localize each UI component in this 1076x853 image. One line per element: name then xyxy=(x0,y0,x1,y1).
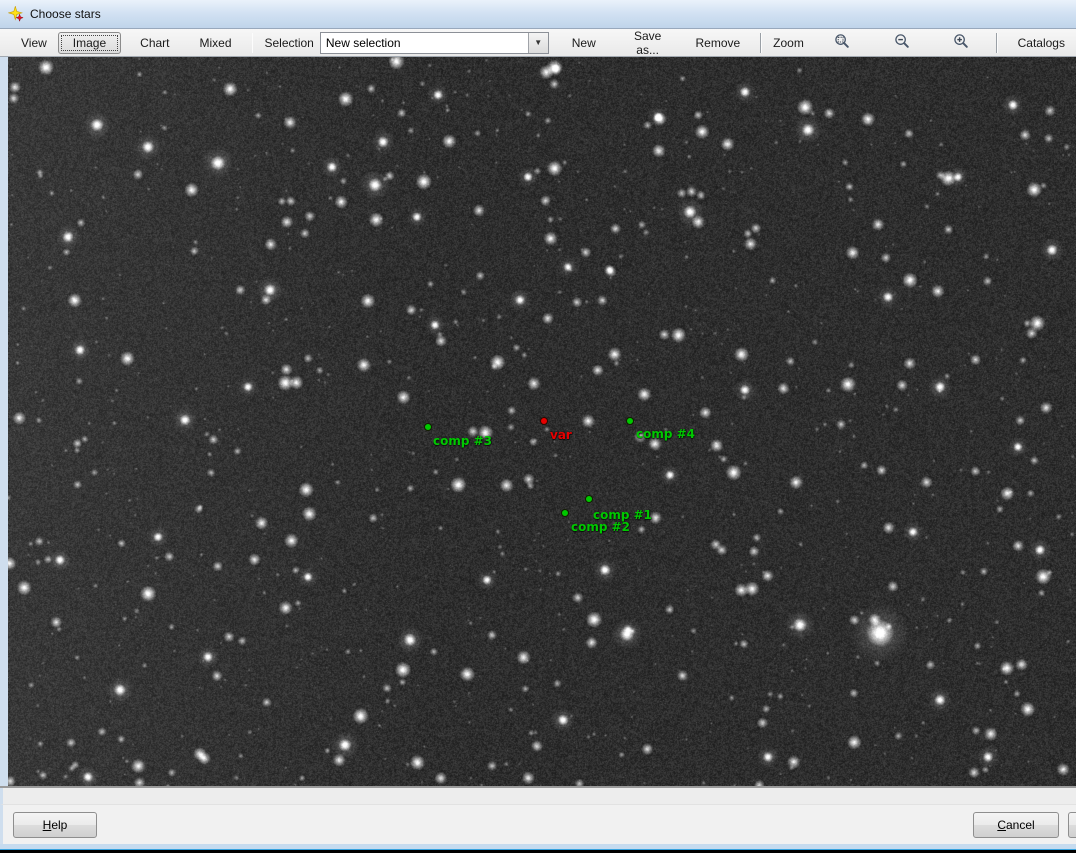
catalogs-button[interactable]: Catalogs xyxy=(1007,32,1076,54)
new-button[interactable]: New xyxy=(561,32,607,54)
cutoff-button[interactable] xyxy=(1068,812,1076,838)
marker-dot-var xyxy=(540,417,548,425)
marker-dot-comp-1 xyxy=(585,495,593,503)
star-field-image[interactable]: varcomp #1comp #2comp #3comp #4 xyxy=(8,57,1076,786)
remove-button[interactable]: Remove xyxy=(685,32,752,54)
status-strip xyxy=(0,788,1076,805)
save-as-button[interactable]: Save as... xyxy=(611,25,685,61)
toolbar-separator xyxy=(996,33,998,53)
zoom-in-button[interactable] xyxy=(948,32,973,54)
toolbar-separator xyxy=(760,33,762,53)
toolbar-separator xyxy=(252,33,254,53)
combobox-dropdown-arrow-icon[interactable]: ▼ xyxy=(528,33,548,53)
zoom-in-icon xyxy=(953,33,969,52)
tab-view[interactable]: View xyxy=(10,32,58,54)
choose-stars-window: Choose stars View Image Chart Mixed Sele… xyxy=(0,0,1076,853)
zoom-fit-icon xyxy=(834,33,850,52)
tab-chart[interactable]: Chart xyxy=(129,32,180,54)
zoom-out-icon xyxy=(894,33,910,52)
titlebar: Choose stars xyxy=(0,0,1076,29)
footer: Help Cancel xyxy=(0,805,1076,844)
marker-label-comp-3: comp #3 xyxy=(433,434,492,448)
marker-label-comp-2: comp #2 xyxy=(571,520,630,534)
window-title: Choose stars xyxy=(30,7,101,21)
tab-image[interactable]: Image xyxy=(58,32,121,54)
app-star-icon xyxy=(8,6,24,22)
toolbar: View Image Chart Mixed Selection New sel… xyxy=(0,29,1076,57)
marker-label-var: var xyxy=(550,428,572,442)
selection-label: Selection xyxy=(264,36,313,50)
marker-dot-comp-4 xyxy=(626,417,634,425)
zoom-fit-button[interactable] xyxy=(830,32,855,54)
marker-label-comp-4: comp #4 xyxy=(636,427,695,441)
selection-combobox-value: New selection xyxy=(321,36,528,50)
zoom-label: Zoom xyxy=(773,36,804,50)
zoom-out-button[interactable] xyxy=(889,32,914,54)
selection-combobox[interactable]: New selection ▼ xyxy=(320,32,549,54)
marker-dot-comp-3 xyxy=(424,423,432,431)
image-row: varcomp #1comp #2comp #3comp #4 xyxy=(0,57,1076,786)
marker-dot-comp-2 xyxy=(561,509,569,517)
tab-mixed[interactable]: Mixed xyxy=(189,32,243,54)
help-button[interactable]: Help xyxy=(13,812,97,838)
cancel-button[interactable]: Cancel xyxy=(973,812,1059,838)
